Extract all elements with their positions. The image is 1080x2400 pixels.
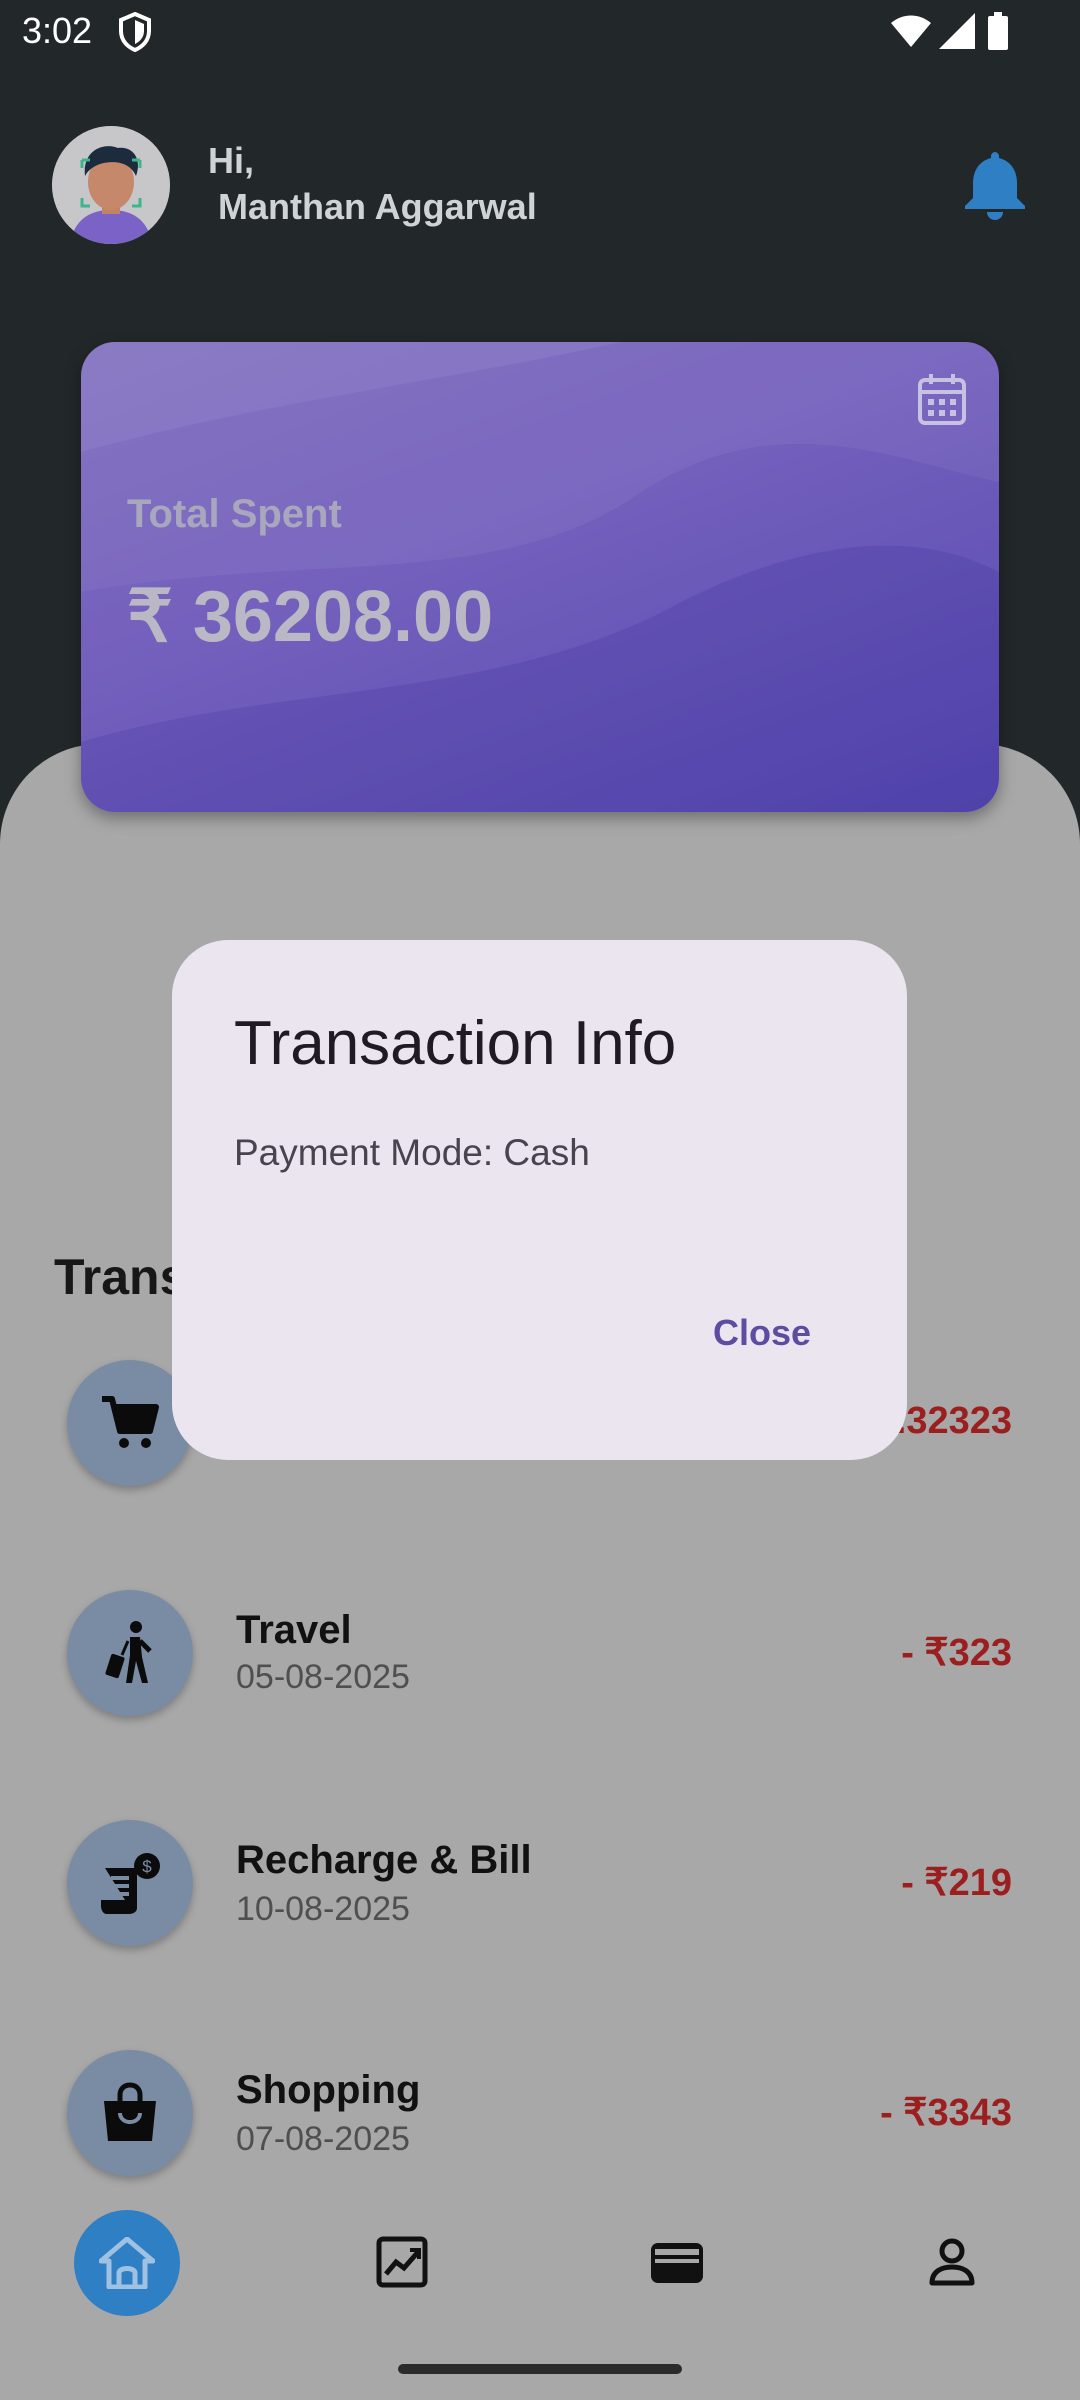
user-name: Manthan Aggarwal: [208, 186, 537, 227]
total-spent-label: Total Spent: [127, 492, 342, 536]
avatar[interactable]: [52, 126, 170, 244]
transaction-title: Recharge & Bill: [236, 1838, 532, 1882]
profile-icon: [929, 2238, 975, 2286]
nav-analytics-button[interactable]: [370, 2230, 434, 2294]
calendar-icon[interactable]: [917, 372, 967, 426]
shield-icon: [119, 12, 151, 52]
traveler-luggage-icon: [105, 1621, 152, 1683]
total-spent-amount: ₹ 36208.00: [127, 577, 494, 657]
transaction-amount: - ₹323: [901, 1632, 1012, 1674]
shopping-cart-icon: [102, 1396, 159, 1448]
transaction-amount: - ₹219: [901, 1862, 1012, 1904]
status-time: 3:02: [22, 10, 93, 51]
list-item[interactable]: [67, 2050, 193, 2176]
notification-bell-icon[interactable]: [962, 148, 1028, 220]
transaction-amount: .32323: [895, 1400, 1012, 1442]
transaction-date: 05-08-2025: [236, 1658, 410, 1696]
transaction-title: Travel: [236, 1608, 352, 1652]
nav-wallet-button[interactable]: [645, 2230, 709, 2294]
home-indicator[interactable]: [398, 2364, 682, 2374]
total-spent-card[interactable]: Total Spent ₹ 36208.00: [81, 342, 999, 812]
bill-receipt-icon: $: [101, 1853, 160, 1914]
transaction-info-dialog: Transaction Info Payment Mode: Cash Clos…: [172, 940, 907, 1460]
list-item[interactable]: $: [67, 1820, 193, 1946]
transaction-date: 10-08-2025: [236, 1890, 410, 1928]
wallet-icon: [651, 2243, 703, 2283]
home-icon: [99, 2237, 155, 2289]
transaction-title: Shopping: [236, 2068, 421, 2112]
payment-mode-text: Payment Mode: Cash: [234, 1132, 590, 1173]
dialog-title: Transaction Info: [234, 1009, 677, 1078]
battery-icon: [988, 12, 1008, 50]
list-item[interactable]: [67, 1590, 193, 1716]
shopping-bag-icon: [104, 2082, 156, 2141]
close-button[interactable]: Close: [713, 1312, 811, 1354]
transaction-amount: - ₹3343: [880, 2092, 1012, 2134]
transaction-date: 07-08-2025: [236, 2120, 410, 2158]
analytics-icon: [376, 2236, 428, 2288]
user-avatar-illustration-icon: [52, 126, 170, 244]
greeting-text: Hi,: [208, 140, 255, 181]
transactions-section-title: Trans: [54, 1249, 188, 1305]
nav-home-button[interactable]: [74, 2210, 180, 2316]
cell-signal-icon: [939, 13, 975, 49]
nav-profile-button[interactable]: [920, 2230, 984, 2294]
svg-text:$: $: [142, 1857, 152, 1876]
wifi-icon: [891, 15, 931, 47]
